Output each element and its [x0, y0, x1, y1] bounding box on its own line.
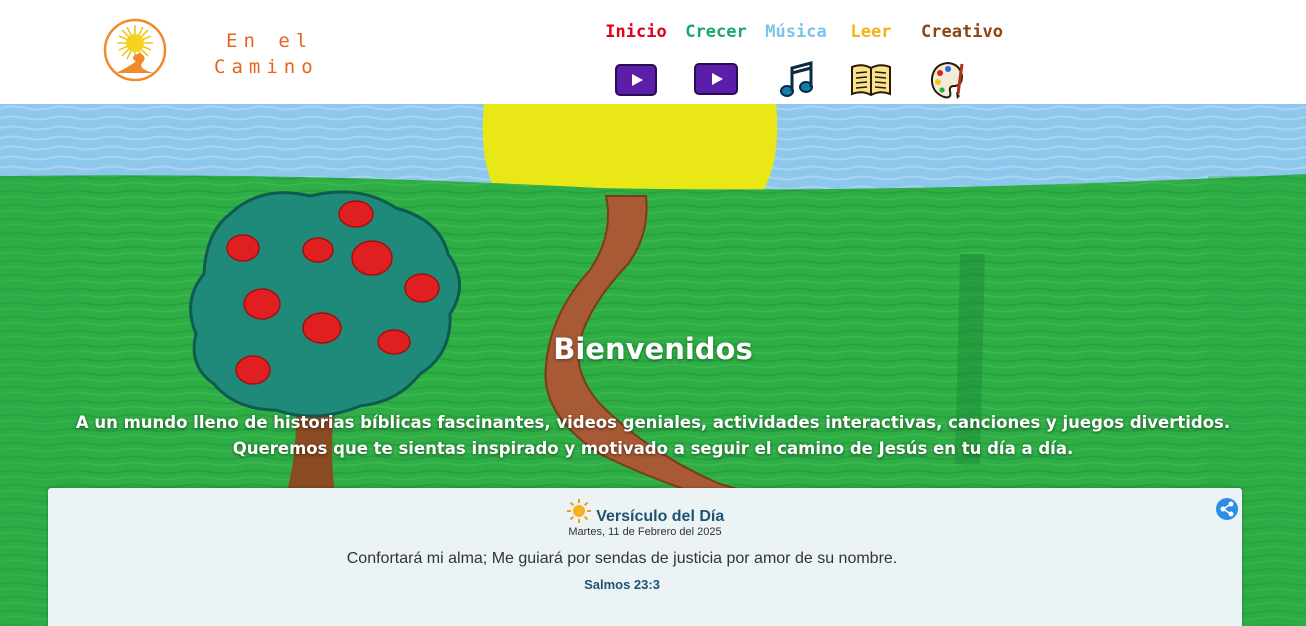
nav-label-crecer: Crecer [685, 22, 747, 42]
music-note-icon [780, 61, 813, 97]
nav-label-inicio: Inicio [605, 22, 667, 42]
sun-icon [566, 499, 591, 523]
nav-item-inicio[interactable]: Inicio [598, 18, 674, 100]
video-play-icon [615, 64, 657, 96]
verse-reference[interactable]: Salmos 23:3 [48, 577, 1196, 592]
paint-palette-icon [930, 61, 964, 99]
site-header: En el Camino Inicio Crecer Música Leer C… [0, 0, 1306, 104]
share-icon [1220, 501, 1234, 517]
hero-text: A un mundo lleno de historias bíblicas f… [75, 413, 1231, 458]
nav-label-leer: Leer [850, 22, 892, 42]
verse-title: Versículo del Día [596, 508, 725, 525]
nav-item-leer[interactable]: Leer [840, 18, 902, 100]
hero-title: Bienvenidos [553, 332, 753, 366]
nav-item-musica[interactable]: Música [760, 18, 832, 100]
main-nav: Inicio Crecer Música Leer Creativo [0, 18, 1306, 104]
nav-item-crecer[interactable]: Crecer [680, 18, 752, 100]
verse-header: Versículo del Día [48, 498, 1242, 526]
nav-item-creativo[interactable]: Creativo [914, 18, 1010, 100]
open-book-icon [851, 64, 891, 97]
nav-label-musica: Música [765, 22, 827, 42]
verse-of-the-day-card: Versículo del Día Martes, 11 de Febrero … [48, 488, 1242, 626]
nav-label-creativo: Creativo [921, 22, 1003, 42]
video-play-icon [694, 63, 738, 95]
verse-date: Martes, 11 de Febrero del 2025 [568, 526, 722, 538]
share-button[interactable] [1216, 498, 1238, 520]
verse-text: Confortará mi alma; Me guiará por sendas… [346, 550, 898, 567]
